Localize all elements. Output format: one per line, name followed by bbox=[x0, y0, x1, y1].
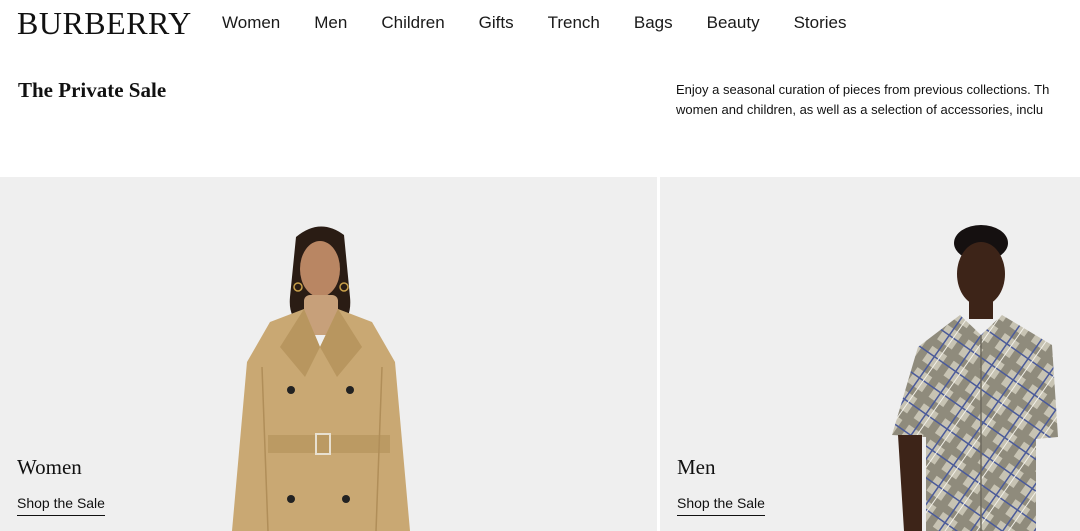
nav-item-stories[interactable]: Stories bbox=[794, 12, 847, 34]
women-trench-coat-image bbox=[0, 177, 657, 531]
burberry-logo[interactable]: BURBERRY bbox=[17, 6, 192, 40]
category-tile-women[interactable]: Women Shop the Sale bbox=[0, 177, 657, 531]
intro-description: Enjoy a seasonal curation of pieces from… bbox=[676, 80, 1080, 122]
main-nav: Women Men Children Gifts Trench Bags Bea… bbox=[222, 12, 881, 34]
nav-item-men[interactable]: Men bbox=[314, 12, 347, 34]
intro-description-line: women and children, as well as a selecti… bbox=[676, 102, 1044, 117]
nav-item-beauty[interactable]: Beauty bbox=[707, 12, 760, 34]
nav-item-bags[interactable]: Bags bbox=[634, 12, 673, 34]
tile-label-men: Men bbox=[677, 455, 716, 479]
men-check-shirt-image bbox=[660, 177, 1080, 531]
site-header: BURBERRY Women Men Children Gifts Trench… bbox=[0, 0, 1080, 46]
page-title: The Private Sale bbox=[18, 78, 167, 102]
tile-label-women: Women bbox=[17, 455, 82, 479]
nav-item-children[interactable]: Children bbox=[381, 12, 444, 34]
category-tile-men[interactable]: Men Shop the Sale bbox=[660, 177, 1080, 531]
nav-item-trench[interactable]: Trench bbox=[548, 12, 600, 34]
shop-the-sale-link-men[interactable]: Shop the Sale bbox=[677, 494, 765, 516]
nav-item-women[interactable]: Women bbox=[222, 12, 280, 34]
intro-description-line: Enjoy a seasonal curation of pieces from… bbox=[676, 82, 1050, 97]
nav-item-gifts[interactable]: Gifts bbox=[479, 12, 514, 34]
shop-the-sale-link-women[interactable]: Shop the Sale bbox=[17, 494, 105, 516]
